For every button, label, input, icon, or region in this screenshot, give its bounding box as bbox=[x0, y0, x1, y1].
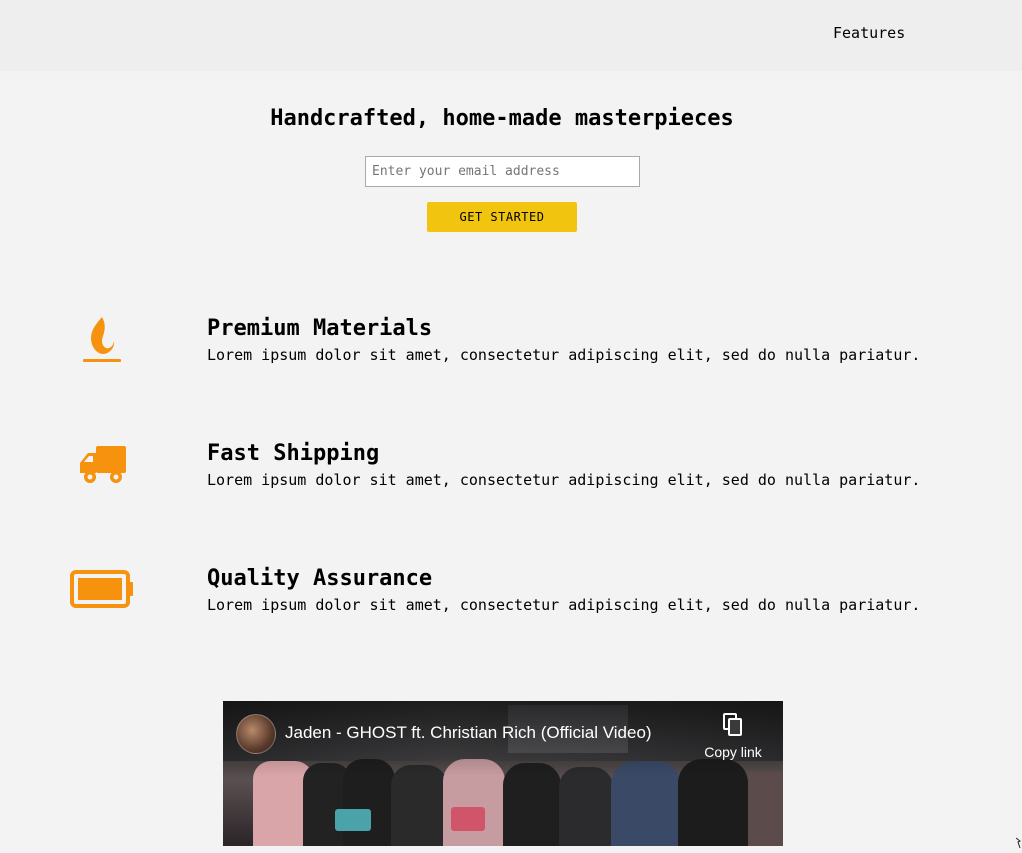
feature-title: Fast Shipping bbox=[207, 441, 380, 466]
get-started-button[interactable]: GET STARTED bbox=[427, 202, 577, 232]
feature-title: Quality Assurance bbox=[207, 566, 433, 591]
video-embed[interactable]: Jaden - GHOST ft. Christian Rich (Offici… bbox=[223, 701, 783, 846]
site-header: Features bbox=[0, 0, 1022, 71]
copy-icon bbox=[723, 713, 743, 741]
hero-title: Handcrafted, home-made masterpieces bbox=[270, 106, 734, 131]
handbag bbox=[451, 807, 485, 831]
copy-link-button[interactable]: Copy link bbox=[701, 713, 765, 763]
nav-link-features[interactable]: Features bbox=[833, 24, 905, 42]
video-figure bbox=[559, 767, 613, 846]
video-title[interactable]: Jaden - GHOST ft. Christian Rich (Offici… bbox=[285, 723, 652, 743]
handbag bbox=[335, 809, 371, 831]
truck-icon bbox=[79, 445, 127, 489]
feature-description: Lorem ipsum dolor sit amet, consectetur … bbox=[207, 596, 921, 614]
email-input[interactable] bbox=[365, 156, 640, 187]
feature-fast-shipping: Fast Shipping Lorem ipsum dolor sit amet… bbox=[0, 441, 1022, 511]
feature-quality-assurance: Quality Assurance Lorem ipsum dolor sit … bbox=[0, 566, 1022, 636]
resize-handle-icon bbox=[1015, 834, 1021, 849]
feature-title: Premium Materials bbox=[207, 316, 433, 341]
video-figure bbox=[748, 771, 783, 846]
feature-description: Lorem ipsum dolor sit amet, consectetur … bbox=[207, 346, 921, 364]
video-figure bbox=[391, 765, 447, 846]
copy-link-label: Copy link bbox=[704, 744, 762, 760]
fire-icon bbox=[82, 316, 122, 368]
feature-premium-materials: Premium Materials Lorem ipsum dolor sit … bbox=[0, 316, 1022, 386]
feature-description: Lorem ipsum dolor sit amet, consectetur … bbox=[207, 471, 921, 489]
battery-full-icon bbox=[70, 570, 134, 612]
channel-avatar[interactable] bbox=[236, 714, 276, 754]
